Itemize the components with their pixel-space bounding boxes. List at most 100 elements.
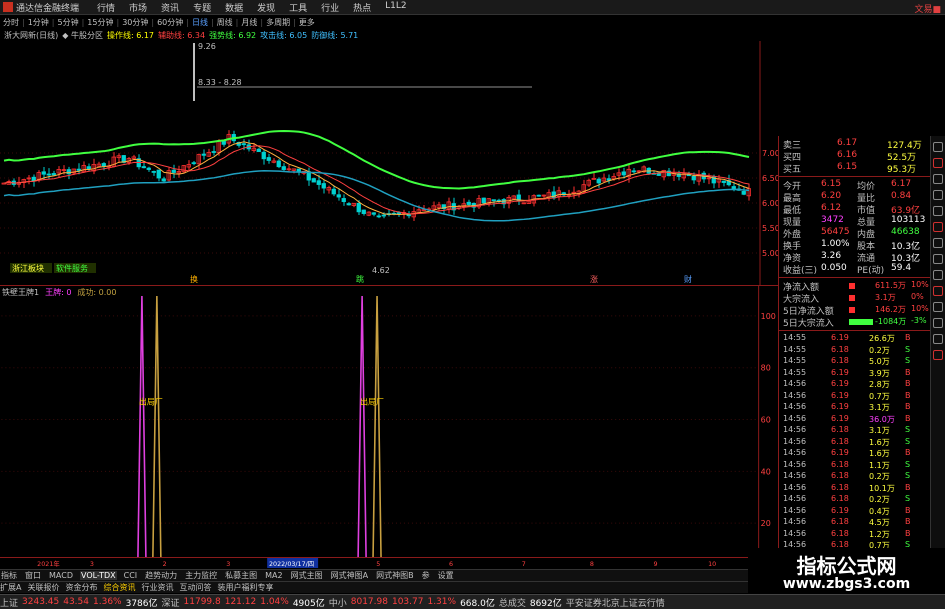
candle-body bbox=[631, 170, 636, 173]
indicator-legend-item-0: 铁壁王牌1 bbox=[2, 288, 40, 297]
info-tab-1[interactable]: 关联报价 bbox=[27, 582, 59, 593]
indicator-tab-10[interactable]: 网式神图A bbox=[330, 570, 369, 581]
date-highlight: 2022/03/17/四 bbox=[269, 560, 314, 568]
ma-legend-item-6: 防御线: 5.71 bbox=[311, 30, 359, 40]
tick-row: 14:55 6.18 0.2万 S bbox=[779, 345, 931, 356]
stat-value: 59.4 bbox=[891, 263, 912, 273]
indicator-chart[interactable]: 100 80 60 40 20 出局厂 出局厂 bbox=[0, 285, 778, 557]
period-tab-0[interactable]: 分时 bbox=[3, 17, 19, 28]
date-axis: 2021年323456789102022/03/17/四 bbox=[0, 557, 778, 568]
sidebar-tool-icon[interactable] bbox=[933, 238, 943, 248]
period-tab-7[interactable]: 周线 bbox=[217, 17, 233, 28]
stat-value: 0.050 bbox=[821, 263, 847, 273]
tick-row: 14:56 6.19 2.8万 B bbox=[779, 379, 931, 390]
menu-item-0[interactable]: 行情 bbox=[97, 1, 115, 14]
period-tab-9[interactable]: 多周期 bbox=[266, 17, 290, 28]
event-marker-2: 涨 bbox=[590, 274, 598, 284]
sidebar-tool-icon[interactable] bbox=[933, 334, 943, 344]
candle-body bbox=[376, 215, 381, 218]
tick-price: 6.19 bbox=[831, 333, 849, 342]
tick-volume: 0.4万 bbox=[869, 506, 890, 516]
indicator-tab-8[interactable]: MA2 bbox=[264, 571, 283, 580]
menu-item-8[interactable]: 热点 bbox=[353, 1, 371, 14]
sidebar-tool-icon[interactable] bbox=[933, 254, 943, 264]
sidebar-tool-icon[interactable] bbox=[933, 174, 943, 184]
menu-item-6[interactable]: 工具 bbox=[289, 1, 307, 14]
event-marker-3: 财 bbox=[684, 274, 692, 284]
indicator-tab-9[interactable]: 网式主图 bbox=[290, 570, 324, 581]
status-item-7: 121.12 bbox=[224, 597, 257, 607]
sidebar-tool-icon[interactable] bbox=[933, 190, 943, 200]
menu-item-1[interactable]: 市场 bbox=[129, 1, 147, 14]
ask-volume: 95.3万 bbox=[887, 165, 917, 175]
candle-body bbox=[261, 151, 266, 160]
status-item-6: 11799.8 bbox=[183, 597, 221, 607]
menu-item-7[interactable]: 行业 bbox=[321, 1, 339, 14]
menu-item-2[interactable]: 资讯 bbox=[161, 1, 179, 14]
menu-item-3[interactable]: 专题 bbox=[193, 1, 211, 14]
status-item-8: 1.04% bbox=[260, 597, 289, 607]
indicator-tab-5[interactable]: 趋势动力 bbox=[144, 570, 178, 581]
indicator-tab-13[interactable]: 设置 bbox=[437, 570, 455, 581]
sidebar-tool-icon[interactable] bbox=[933, 286, 943, 296]
indicator-tab-7[interactable]: 私募主图 bbox=[224, 570, 258, 581]
sidebar-tool-icon[interactable] bbox=[933, 142, 943, 152]
date-axis-label: 2021年 bbox=[37, 559, 60, 568]
info-tab-6[interactable]: 装用户福利专享 bbox=[217, 582, 273, 593]
period-tab-4[interactable]: 30分钟 bbox=[122, 17, 148, 28]
flow-pct: 10% bbox=[911, 280, 929, 289]
info-tab-4[interactable]: 行业资讯 bbox=[141, 582, 173, 593]
tick-price: 6.19 bbox=[831, 379, 849, 388]
indicator-tab-6[interactable]: 主力监控 bbox=[184, 570, 218, 581]
period-tab-8[interactable]: 月线 bbox=[241, 17, 257, 28]
indicator-tab-1[interactable]: 窗口 bbox=[24, 570, 42, 581]
indicator-tab-3[interactable]: VOL-TDX bbox=[79, 571, 117, 580]
period-tab-2[interactable]: 5分钟 bbox=[58, 17, 79, 28]
indicator-tab-0[interactable]: 指标 bbox=[0, 570, 18, 581]
tick-row: 14:56 6.18 0.2万 S bbox=[779, 494, 931, 505]
quote-row: 买五 6.15 95.3万 bbox=[779, 162, 931, 175]
period-separator: | bbox=[260, 17, 264, 27]
candle-body bbox=[356, 202, 361, 213]
menu-right-text[interactable]: 文易■ bbox=[914, 2, 941, 15]
menu-item-4[interactable]: 数据 bbox=[225, 1, 243, 14]
indicator-tab-12[interactable]: 参 bbox=[421, 570, 431, 581]
tick-row: 14:56 6.18 1.2万 B bbox=[779, 529, 931, 540]
info-tab-2[interactable]: 资金分布 bbox=[65, 582, 97, 593]
date-axis-label: 8 bbox=[590, 561, 594, 568]
tick-row: 14:56 6.19 0.7万 B bbox=[779, 391, 931, 402]
period-tab-10[interactable]: 更多 bbox=[299, 17, 315, 28]
sidebar-tool-icon[interactable] bbox=[933, 158, 943, 168]
period-tab-1[interactable]: 1分钟 bbox=[28, 17, 49, 28]
menu-item-5[interactable]: 发现 bbox=[257, 1, 275, 14]
candle-body bbox=[161, 178, 166, 182]
tick-volume: 1.1万 bbox=[869, 460, 890, 470]
candle-body bbox=[536, 194, 541, 197]
signal-label: 出局厂 bbox=[139, 397, 163, 407]
sidebar-tool-icon[interactable] bbox=[933, 302, 943, 312]
sidebar-tool-icon[interactable] bbox=[933, 206, 943, 216]
sidebar-tool-icon[interactable] bbox=[933, 222, 943, 232]
info-tab-3[interactable]: 综合资讯 bbox=[103, 582, 135, 593]
sidebar-tool-icon[interactable] bbox=[933, 270, 943, 280]
stat-row: 今开 6.15 均价 6.17 bbox=[779, 179, 931, 192]
indicator-tab-11[interactable]: 网式神图B bbox=[375, 570, 415, 581]
indicator-tab-4[interactable]: CCI bbox=[123, 571, 139, 580]
sidebar-tool-icon[interactable] bbox=[933, 318, 943, 328]
info-tab-0[interactable]: 扩展A bbox=[0, 582, 21, 593]
period-tab-3[interactable]: 15分钟 bbox=[87, 17, 113, 28]
menu-item-9[interactable]: L1L2 bbox=[385, 1, 406, 14]
period-tab-5[interactable]: 60分钟 bbox=[157, 17, 183, 28]
period-separator: | bbox=[81, 17, 85, 27]
sidebar-tool-icon[interactable] bbox=[933, 350, 943, 360]
period-tab-6[interactable]: 日线 bbox=[192, 17, 208, 28]
signal-spike bbox=[372, 295, 382, 557]
market-status-bar: 上证 3243.45 43.54 1.36% 3786亿 深证 11799.8 121.12 1… bbox=[0, 594, 945, 609]
tick-price: 6.18 bbox=[831, 494, 849, 503]
info-tab-5[interactable]: 互动问答 bbox=[179, 582, 211, 593]
candle-body bbox=[76, 168, 81, 171]
candle-body bbox=[331, 188, 336, 195]
indicator-tab-2[interactable]: MACD bbox=[48, 571, 74, 580]
candlestick-chart[interactable]: 7.00 6.50 6.00 5.50 5.00 9.26 8.33 - 8.28 4.62 浙… bbox=[0, 41, 778, 285]
watermark-title: 指标公式网 bbox=[796, 554, 897, 578]
